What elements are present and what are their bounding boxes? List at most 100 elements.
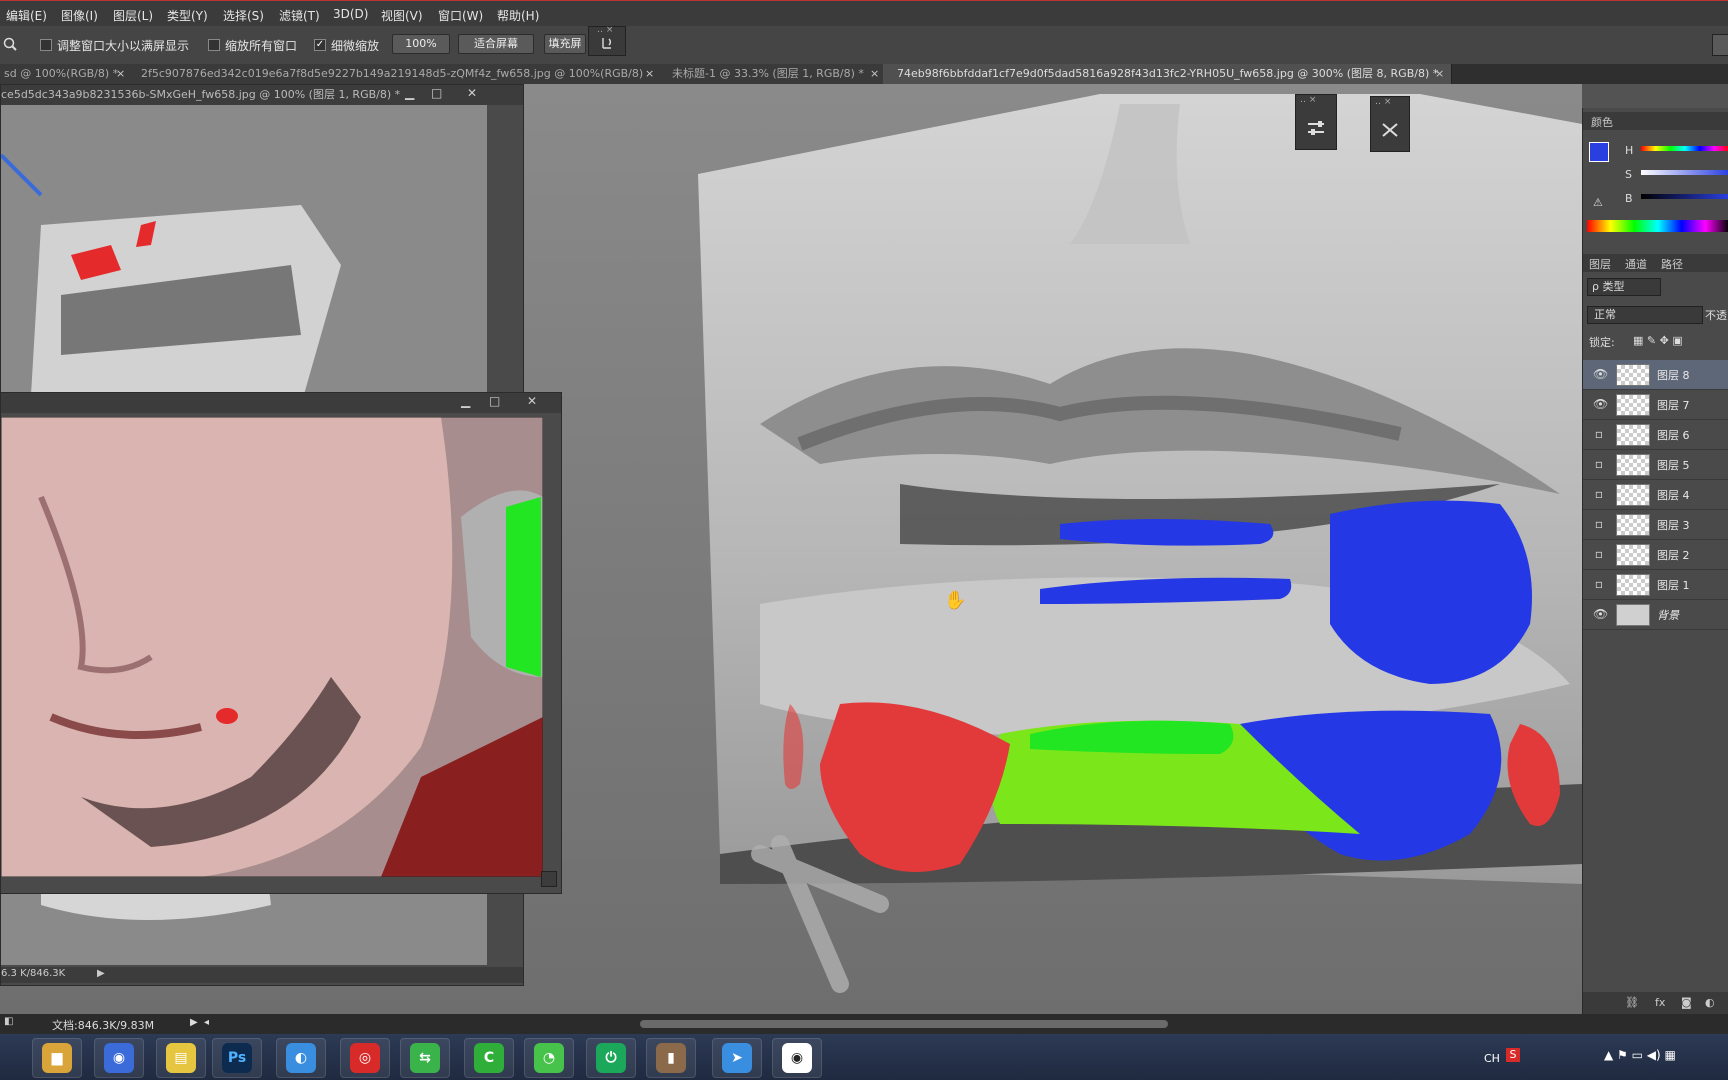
menu-help[interactable]: 帮助(H) <box>497 7 539 24</box>
tab-channels[interactable]: 通道 <box>1625 256 1647 272</box>
layers-footer: ⛓ fx ◙ ◐ <box>1583 992 1728 1014</box>
tray-icons[interactable]: ▲ ⚑ ▭ ◀) ▦ <box>1604 1048 1676 1062</box>
menu-type[interactable]: 类型(Y) <box>167 7 208 24</box>
zoom-100-button[interactable]: 100% <box>392 34 450 54</box>
layer-row[interactable]: 👁 背景 <box>1583 600 1728 630</box>
float-window-portrait[interactable]: ▁ □ ✕ <box>0 392 562 894</box>
tab-sd[interactable]: sd @ 100%(RGB/8) * × <box>0 64 135 84</box>
minimize-icon[interactable]: ▁ <box>461 394 470 408</box>
resize-grip[interactable] <box>541 871 557 887</box>
layer-row[interactable]: ▫ 图层 2 <box>1583 540 1728 570</box>
eye-icon[interactable]: 👁 <box>1593 367 1608 381</box>
visibility-toggle[interactable]: ▫ <box>1593 457 1605 471</box>
layer-row[interactable]: ▫ 图层 5 <box>1583 450 1728 480</box>
taskbar-netease-music[interactable]: ◎ <box>340 1038 390 1078</box>
taskbar-sync[interactable]: ⇆ <box>400 1038 450 1078</box>
maximize-icon[interactable]: □ <box>489 394 500 408</box>
close-icon[interactable]: × <box>645 64 654 84</box>
window-title: ce5d5dc343a9b8231536b-SMxGeH_fw658.jpg @… <box>1 85 523 105</box>
layer-row[interactable]: 👁 图层 7 <box>1583 390 1728 420</box>
taskbar-image-viewer[interactable]: ▮ <box>646 1038 696 1078</box>
workspace-button[interactable] <box>1712 34 1728 56</box>
color-spectrum[interactable] <box>1587 220 1728 232</box>
close-icon[interactable]: ✕ <box>467 86 477 100</box>
layer-filter-select[interactable]: ρ 类型 <box>1587 278 1661 296</box>
hue-slider[interactable] <box>1641 146 1728 151</box>
horizontal-scrollbar[interactable] <box>640 1020 1168 1028</box>
blue-mark-right <box>1330 500 1532 684</box>
portrait-canvas[interactable] <box>1 417 543 877</box>
status-arrow-icon[interactable]: ▶ <box>190 1017 198 1028</box>
brightness-slider[interactable] <box>1641 194 1728 199</box>
adjustment-icon[interactable]: ◐ <box>1705 996 1715 1009</box>
eye-icon[interactable]: 👁 <box>1593 607 1608 621</box>
layer-row[interactable]: ▫ 图层 1 <box>1583 570 1728 600</box>
resize-windows-checkbox[interactable] <box>40 39 52 51</box>
zoom-icon[interactable] <box>2 36 18 52</box>
taskbar-qq-2[interactable]: ◉ <box>772 1038 822 1078</box>
visibility-toggle[interactable]: ▫ <box>1593 577 1605 591</box>
menu-filter[interactable]: 滤镜(T) <box>279 7 320 24</box>
menu-select[interactable]: 选择(S) <box>223 7 264 24</box>
sogou-icon[interactable]: S <box>1506 1048 1520 1062</box>
tab-layers[interactable]: 图层 <box>1589 256 1611 272</box>
fit-screen-button[interactable]: 适合屏幕 <box>458 34 534 54</box>
folder-icon: ▆ <box>42 1043 72 1073</box>
menu-layer[interactable]: 图层(L) <box>113 7 153 24</box>
menu-image[interactable]: 图像(I) <box>61 7 98 24</box>
tools-panel[interactable]: ‥ × <box>1370 96 1410 152</box>
taskbar-qq[interactable]: ◉ <box>94 1038 144 1078</box>
menu-3d[interactable]: 3D(D) <box>333 7 368 21</box>
tool-preset-panel[interactable]: ‥ × <box>588 25 626 56</box>
taskbar-file-explorer[interactable]: ▆ <box>32 1038 82 1078</box>
blend-mode-select[interactable]: 正常 <box>1587 306 1703 324</box>
layer-row[interactable]: 👁 图层 8 <box>1583 360 1728 390</box>
close-icon[interactable]: × <box>1435 64 1444 84</box>
options-bar: 调整窗口大小以满屏显示 缩放所有窗口 ✓ 细微缩放 100% 适合屏幕 填充屏 … <box>0 25 1728 65</box>
visibility-toggle[interactable]: ▫ <box>1593 487 1605 501</box>
saturation-slider[interactable] <box>1641 170 1728 175</box>
maximize-icon[interactable]: □ <box>431 86 442 100</box>
layer-row[interactable]: ▫ 图层 4 <box>1583 480 1728 510</box>
scroll-left-icon[interactable]: ◂ <box>204 1017 209 1028</box>
tab-2f5c[interactable]: 2f5c907876ed342c019e6a7f8d5e9227b149a219… <box>131 64 664 84</box>
taskbar-photoshop[interactable]: Ps <box>212 1038 262 1078</box>
menu-window[interactable]: 窗口(W) <box>438 7 483 24</box>
close-icon[interactable]: × <box>870 64 879 84</box>
close-icon[interactable]: × <box>116 64 125 84</box>
adjust-panel[interactable]: ‥ × <box>1295 94 1337 150</box>
minimize-icon[interactable]: ▁ <box>405 86 414 100</box>
foreground-color-swatch[interactable] <box>1589 142 1609 162</box>
menu-edit[interactable]: 编辑(E) <box>6 7 47 24</box>
layer-thumbnail <box>1616 484 1650 506</box>
taskbar-browser[interactable]: ◐ <box>276 1038 326 1078</box>
lock-icons[interactable]: ▦ ✎ ✥ ▣ <box>1633 334 1683 347</box>
close-icon[interactable]: ✕ <box>527 394 537 408</box>
layer-row[interactable]: ▫ 图层 6 <box>1583 420 1728 450</box>
status-arrow-icon[interactable]: ▶ <box>97 968 105 979</box>
color-panel-title[interactable]: 颜色 <box>1591 114 1613 130</box>
visibility-toggle[interactable]: ▫ <box>1593 427 1605 441</box>
eye-icon[interactable]: 👁 <box>1593 397 1608 411</box>
link-icon[interactable]: ⛓ <box>1625 996 1639 1009</box>
tab-74eb[interactable]: 74eb98f6bbfddaf1cf7e9d0f5dad5816a928f43d… <box>883 64 1452 84</box>
mask-icon[interactable]: ◙ <box>1681 996 1692 1009</box>
fill-screen-button[interactable]: 填充屏 <box>544 34 586 54</box>
feishu-icon: ➤ <box>722 1043 752 1073</box>
layer-thumbnail <box>1616 454 1650 476</box>
tab-untitled[interactable]: 未标题-1 @ 33.3% (图层 1, RGB/8) * × <box>660 64 887 84</box>
input-language[interactable]: CH <box>1484 1052 1500 1065</box>
taskbar-notepad[interactable]: ▤ <box>156 1038 206 1078</box>
taskbar-iqiyi[interactable]: ⏻ <box>586 1038 636 1078</box>
fx-icon[interactable]: fx <box>1655 996 1665 1009</box>
visibility-toggle[interactable]: ▫ <box>1593 547 1605 561</box>
scrubby-zoom-checkbox[interactable]: ✓ <box>314 39 326 51</box>
taskbar-feishu[interactable]: ➤ <box>712 1038 762 1078</box>
taskbar-camtasia[interactable]: C <box>464 1038 514 1078</box>
taskbar-wechat[interactable]: ◔ <box>524 1038 574 1078</box>
layer-row[interactable]: ▫ 图层 3 <box>1583 510 1728 540</box>
tab-paths[interactable]: 路径 <box>1661 256 1683 272</box>
zoom-all-windows-checkbox[interactable] <box>208 39 220 51</box>
visibility-toggle[interactable]: ▫ <box>1593 517 1605 531</box>
menu-view[interactable]: 视图(V) <box>381 7 423 24</box>
